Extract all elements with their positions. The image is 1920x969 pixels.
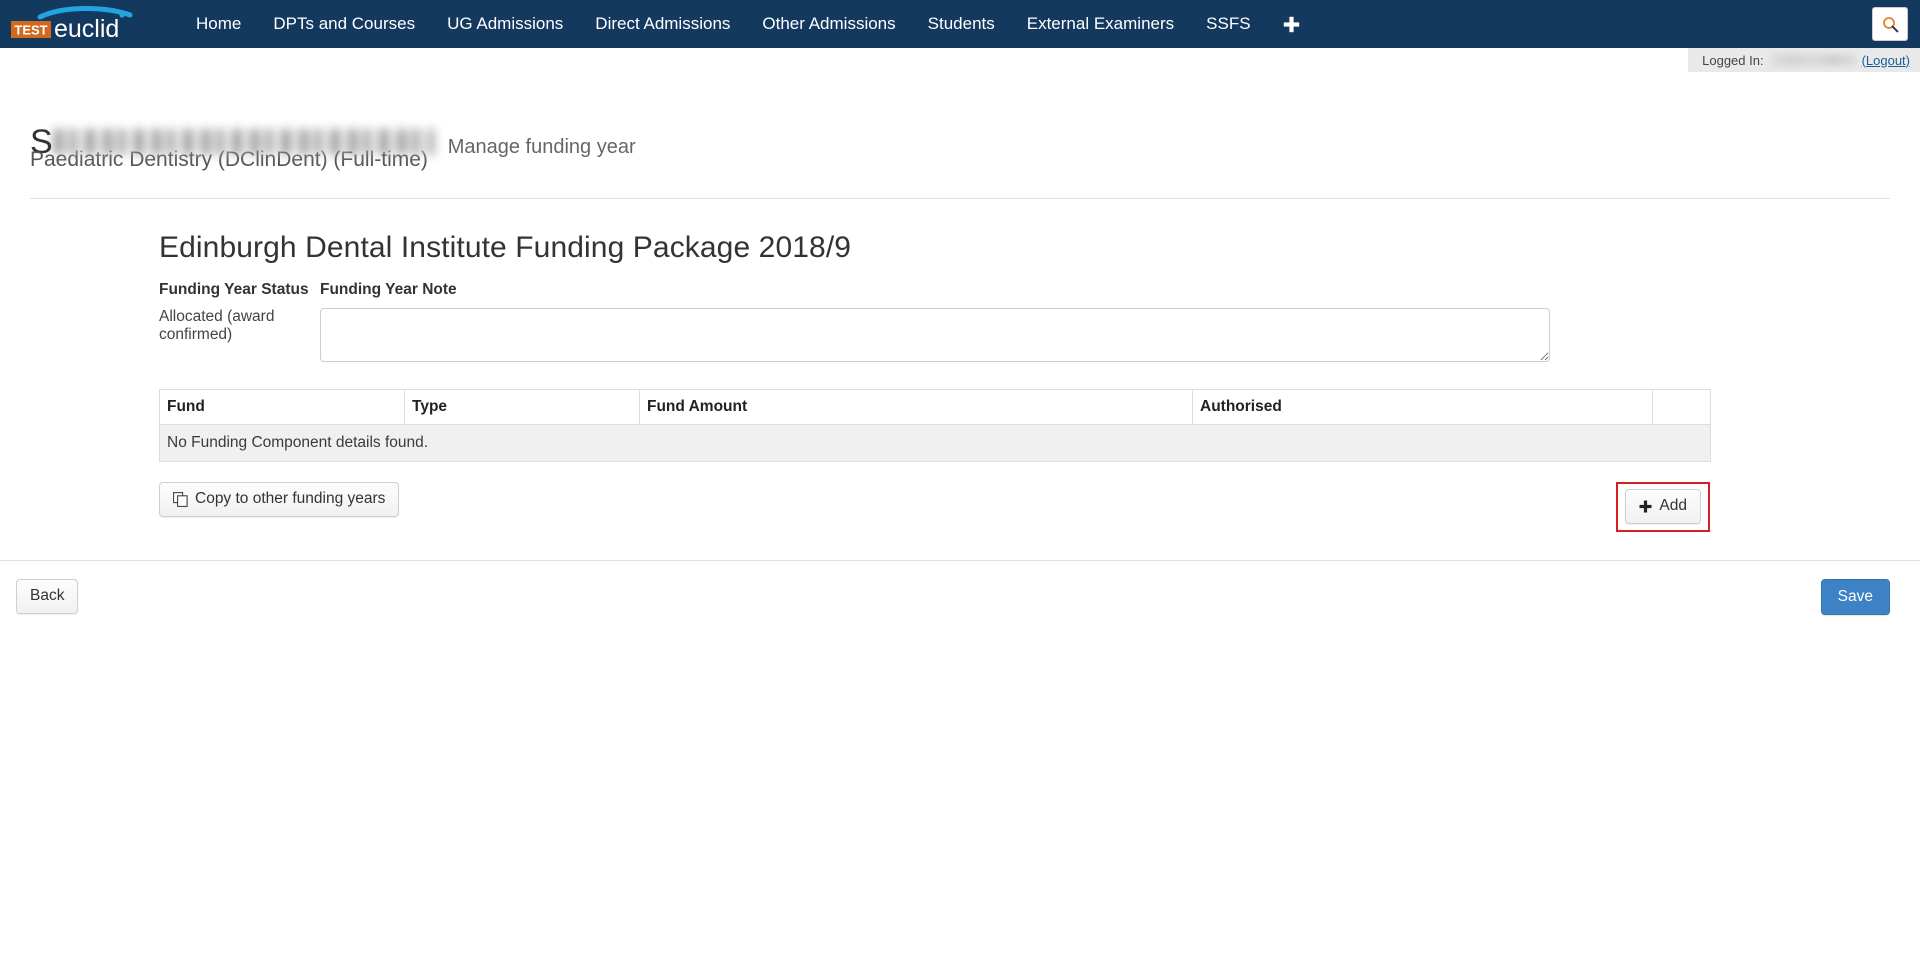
funding-components-table: Fund Type Fund Amount Authorised No Fund… <box>159 389 1711 462</box>
column-header-type[interactable]: Type <box>405 390 640 425</box>
euclid-logo[interactable]: TEST euclid <box>10 6 138 42</box>
primary-nav-links: Home DPTs and Courses UG Admissions Dire… <box>180 0 1316 48</box>
svg-text:euclid: euclid <box>54 15 119 42</box>
student-name-redacted <box>54 129 434 155</box>
column-header-fund-amount[interactable]: Fund Amount <box>640 390 1193 425</box>
footer-actions-row: Back Save <box>0 561 1920 615</box>
plus-icon <box>1283 16 1300 33</box>
logged-in-username-redacted <box>1770 54 1856 66</box>
save-button[interactable]: Save <box>1821 579 1890 615</box>
search-icon <box>1882 16 1899 33</box>
funding-year-note-field: Funding Year Note <box>320 281 1550 367</box>
nav-item-dpts-and-courses[interactable]: DPTs and Courses <box>257 0 431 48</box>
copy-to-other-funding-years-button[interactable]: Copy to other funding years <box>159 482 399 517</box>
funding-year-note-input[interactable] <box>320 308 1550 362</box>
funding-package-title: Edinburgh Dental Institute Funding Packa… <box>159 231 1550 265</box>
funding-year-status-field: Funding Year Status Allocated (award con… <box>155 281 320 344</box>
nav-item-home[interactable]: Home <box>180 0 257 48</box>
nav-item-ssfs[interactable]: SSFS <box>1190 0 1266 48</box>
nav-item-students[interactable]: Students <box>912 0 1011 48</box>
table-header-row: Fund Type Fund Amount Authorised <box>160 390 1711 425</box>
nav-item-other-admissions[interactable]: Other Admissions <box>746 0 911 48</box>
back-button[interactable]: Back <box>16 579 78 614</box>
euclid-logo-icon: TEST euclid <box>10 6 138 42</box>
funding-year-status-label: Funding Year Status <box>159 281 320 299</box>
add-button-label: Add <box>1659 497 1687 516</box>
funding-package-panel: Edinburgh Dental Institute Funding Packa… <box>155 199 1550 532</box>
session-bar: Logged In: (Logout) <box>0 48 1920 72</box>
funding-year-status-value: Allocated (award confirmed) <box>159 308 320 344</box>
column-header-fund[interactable]: Fund <box>160 390 405 425</box>
nav-item-external-examiners[interactable]: External Examiners <box>1011 0 1190 48</box>
table-body: No Funding Component details found. <box>160 425 1711 462</box>
column-header-authorised[interactable]: Authorised <box>1193 390 1653 425</box>
svg-text:TEST: TEST <box>14 23 47 38</box>
nav-more-plus-icon[interactable] <box>1267 0 1316 48</box>
page-header-region: S Manage funding year Paediatric Dentist… <box>0 72 1920 199</box>
add-funding-component-button[interactable]: Add <box>1625 489 1701 524</box>
logged-in-label: Logged In: <box>1702 53 1763 68</box>
search-button[interactable] <box>1872 7 1908 41</box>
copy-to-other-funding-years-label: Copy to other funding years <box>195 490 385 509</box>
copy-icon <box>173 492 188 507</box>
add-button-highlight-annotation: Add <box>1616 482 1710 532</box>
column-header-actions <box>1653 390 1711 425</box>
page-title-row: S Manage funding year <box>30 72 1890 126</box>
funding-year-note-label: Funding Year Note <box>320 281 1550 299</box>
funding-actions-row: Copy to other funding years Add <box>159 482 1710 532</box>
funding-fields-row: Funding Year Status Allocated (award con… <box>155 281 1550 367</box>
page-action-title: Manage funding year <box>448 136 636 159</box>
nav-item-direct-admissions[interactable]: Direct Admissions <box>579 0 746 48</box>
plus-icon <box>1639 500 1652 513</box>
top-navigation-bar: TEST euclid Home DPTs and Courses UG Adm… <box>0 0 1920 48</box>
table-empty-row: No Funding Component details found. <box>160 425 1711 462</box>
nav-item-ug-admissions[interactable]: UG Admissions <box>431 0 579 48</box>
logout-link[interactable]: (Logout) <box>1862 53 1910 68</box>
table-empty-message: No Funding Component details found. <box>160 425 1711 462</box>
